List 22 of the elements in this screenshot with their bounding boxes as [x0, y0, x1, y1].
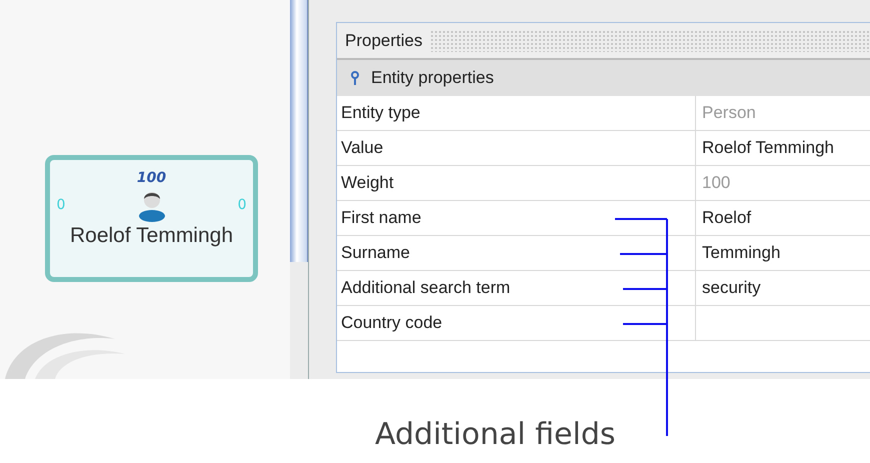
property-value[interactable]: Roelof Temmingh	[696, 131, 870, 165]
property-value[interactable]: Temmingh	[696, 236, 870, 270]
property-name: Value	[337, 131, 696, 165]
property-name: Additional search term	[337, 271, 696, 305]
property-value[interactable]: security	[696, 271, 870, 305]
pin-icon	[351, 71, 359, 85]
panel-title: Properties	[345, 30, 422, 50]
property-name: Country code	[337, 306, 696, 340]
incoming-count: 0	[56, 197, 66, 213]
node-label: Roelof Temmingh	[70, 224, 234, 248]
node-weight: 100	[136, 170, 166, 186]
property-value[interactable]: Roelof	[696, 201, 870, 235]
section-header[interactable]: Entity properties	[337, 60, 870, 96]
property-name: Surname	[337, 236, 696, 270]
property-name: Weight	[337, 166, 696, 200]
entity-node[interactable]: 100 0 0 Roelof Temmingh	[45, 155, 258, 282]
section-title: Entity properties	[371, 68, 494, 88]
property-name: Entity type	[337, 96, 696, 130]
annotation-label: Additional fields	[375, 417, 616, 452]
property-name: First name	[337, 201, 696, 235]
outgoing-count: 0	[238, 197, 246, 213]
splitter-handle[interactable]	[290, 0, 308, 262]
